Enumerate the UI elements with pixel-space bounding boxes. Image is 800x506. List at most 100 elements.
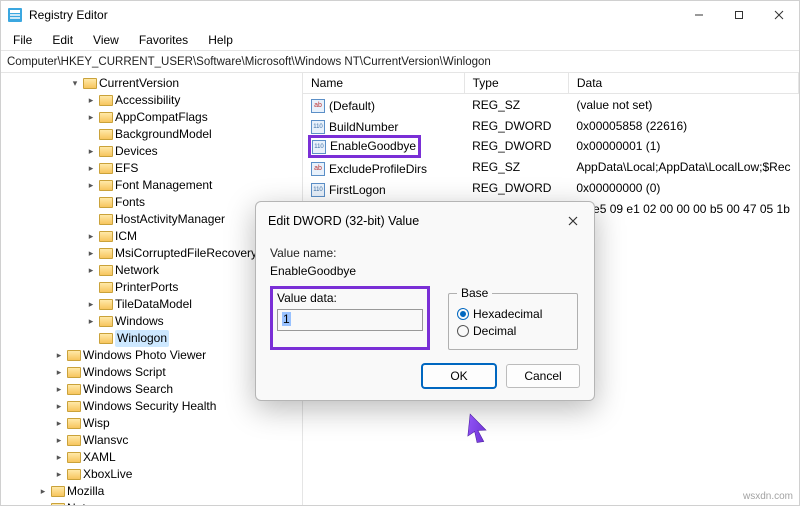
value-data: 8e e5 09 e1 02 00 00 00 b5 00 47 05 1b bbox=[568, 199, 798, 220]
folder-icon bbox=[67, 384, 81, 395]
folder-icon bbox=[67, 401, 81, 412]
tree-label: Windows Security Health bbox=[83, 398, 216, 415]
tree-node[interactable]: ▸Font Management bbox=[85, 177, 302, 194]
value-data: AppData\Local;AppData\LocalLow;$Rec bbox=[568, 157, 798, 178]
chevron-right-icon[interactable]: ▸ bbox=[53, 350, 65, 362]
menu-edit[interactable]: Edit bbox=[44, 31, 81, 49]
value-row[interactable]: FirstLogonREG_DWORD0x00000000 (0) bbox=[303, 178, 799, 199]
tree-node[interactable]: ▸ AppCompatFlags bbox=[85, 109, 302, 126]
tree-node[interactable]: ▸EFS bbox=[85, 160, 302, 177]
tree-label: Windows Photo Viewer bbox=[83, 347, 206, 364]
value-type: REG_DWORD bbox=[464, 136, 568, 157]
chevron-right-icon[interactable]: ▸ bbox=[53, 367, 65, 379]
chevron-right-icon[interactable]: ▸ bbox=[53, 435, 65, 447]
folder-icon bbox=[67, 469, 81, 480]
address-text: Computer\HKEY_CURRENT_USER\Software\Micr… bbox=[7, 56, 491, 68]
value-row[interactable]: EnableGoodbyeREG_DWORD0x00000001 (1) bbox=[303, 136, 799, 157]
value-name: ExcludeProfileDirs bbox=[329, 162, 427, 176]
chevron-right-icon[interactable]: ▸ bbox=[85, 146, 97, 158]
chevron-right-icon[interactable]: ▸ bbox=[85, 163, 97, 175]
menu-favorites[interactable]: Favorites bbox=[131, 31, 196, 49]
chevron-right-icon[interactable]: ▸ bbox=[53, 418, 65, 430]
value-data: 0x00000000 (0) bbox=[568, 178, 798, 199]
column-name[interactable]: Name bbox=[303, 73, 464, 94]
chevron-right-icon[interactable]: ▸ bbox=[85, 112, 97, 124]
tree-node[interactable]: ▸ Wisp bbox=[53, 415, 302, 432]
dialog-close-button[interactable] bbox=[562, 210, 584, 232]
chevron-right-icon[interactable]: ▸ bbox=[53, 452, 65, 464]
chevron-right-icon[interactable] bbox=[85, 214, 97, 226]
tree-node[interactable]: BackgroundModel bbox=[85, 126, 302, 143]
menu-help[interactable]: Help bbox=[200, 31, 241, 49]
chevron-right-icon[interactable]: ▸ bbox=[85, 180, 97, 192]
folder-icon bbox=[99, 214, 113, 225]
close-button[interactable] bbox=[759, 1, 799, 29]
folder-icon bbox=[83, 78, 97, 89]
chevron-right-icon[interactable] bbox=[85, 282, 97, 294]
value-row[interactable]: (Default)REG_SZ(value not set) bbox=[303, 94, 799, 116]
folder-icon bbox=[67, 367, 81, 378]
chevron-right-icon[interactable] bbox=[85, 129, 97, 141]
tree-node[interactable]: ▸ XAML bbox=[53, 449, 302, 466]
value-data-label: Value data: bbox=[277, 291, 423, 305]
chevron-down-icon[interactable]: ▾ bbox=[69, 78, 81, 90]
folder-icon bbox=[51, 486, 65, 497]
tree-label: ICM bbox=[115, 228, 137, 245]
value-name: FirstLogon bbox=[329, 183, 386, 197]
tree-node[interactable]: ▸Devices bbox=[85, 143, 302, 160]
ok-button[interactable]: OK bbox=[422, 364, 496, 388]
cancel-button[interactable]: Cancel bbox=[506, 364, 580, 388]
tree-node[interactable]: ▾CurrentVersion bbox=[69, 75, 302, 92]
tree-label: TileDataModel bbox=[115, 296, 192, 313]
address-bar[interactable]: Computer\HKEY_CURRENT_USER\Software\Micr… bbox=[1, 51, 799, 73]
folder-icon bbox=[99, 316, 113, 327]
base-legend: Base bbox=[457, 286, 492, 300]
tree-node[interactable]: ▸XboxLive bbox=[53, 466, 302, 483]
folder-icon bbox=[99, 197, 113, 208]
string-value-icon bbox=[311, 162, 325, 176]
value-type: REG_SZ bbox=[464, 157, 568, 178]
value-row[interactable]: ExcludeProfileDirs REG_SZAppData\Local;Ap… bbox=[303, 157, 799, 178]
tree-node[interactable]: ▸Accessibility bbox=[85, 92, 302, 109]
tree-node[interactable]: ▸Wlansvc bbox=[53, 432, 302, 449]
chevron-right-icon[interactable] bbox=[85, 197, 97, 209]
titlebar: Registry Editor bbox=[1, 1, 799, 29]
chevron-right-icon[interactable]: ▸ bbox=[37, 486, 49, 498]
menu-file[interactable]: File bbox=[5, 31, 40, 49]
chevron-right-icon[interactable]: ▸ bbox=[85, 95, 97, 107]
value-row[interactable]: BuildNumberREG_DWORD0x00005858 (22616) bbox=[303, 115, 799, 136]
chevron-right-icon[interactable]: ▸ bbox=[53, 469, 65, 481]
minimize-button[interactable] bbox=[679, 1, 719, 29]
tree-node[interactable]: ▸Mozilla bbox=[37, 483, 302, 500]
menu-view[interactable]: View bbox=[85, 31, 127, 49]
chevron-right-icon[interactable]: ▸ bbox=[85, 248, 97, 260]
chevron-right-icon[interactable]: ▸ bbox=[85, 299, 97, 311]
radio-decimal[interactable]: Decimal bbox=[457, 324, 569, 338]
folder-icon bbox=[99, 112, 113, 123]
value-name-display: EnableGoodbye bbox=[270, 264, 580, 278]
value-name: EnableGoodbye bbox=[330, 139, 416, 153]
menubar: File Edit View Favorites Help bbox=[1, 29, 799, 51]
chevron-right-icon[interactable]: ▸ bbox=[53, 384, 65, 396]
value-data: 0x00005858 (22616) bbox=[568, 115, 798, 136]
chevron-right-icon[interactable]: ▸ bbox=[85, 265, 97, 277]
tree-label: XAML bbox=[83, 449, 116, 466]
maximize-button[interactable] bbox=[719, 1, 759, 29]
chevron-right-icon[interactable]: ▸ bbox=[37, 503, 49, 506]
chevron-right-icon[interactable] bbox=[85, 333, 97, 345]
value-name: BuildNumber bbox=[329, 120, 398, 134]
radio-hexadecimal[interactable]: Hexadecimal bbox=[457, 307, 569, 321]
chevron-right-icon[interactable]: ▸ bbox=[85, 316, 97, 328]
folder-icon bbox=[99, 129, 113, 140]
tree-label: Winlogon bbox=[115, 330, 169, 347]
tree-node[interactable]: ▸Netscape bbox=[37, 500, 302, 505]
chevron-right-icon[interactable]: ▸ bbox=[85, 231, 97, 243]
value-data-input[interactable]: 1 bbox=[277, 309, 423, 331]
tree-label: AppCompatFlags bbox=[115, 109, 208, 126]
dword-value-icon bbox=[311, 183, 325, 197]
column-type[interactable]: Type bbox=[464, 73, 568, 94]
folder-icon bbox=[99, 299, 113, 310]
column-data[interactable]: Data bbox=[568, 73, 798, 94]
chevron-right-icon[interactable]: ▸ bbox=[53, 401, 65, 413]
tree-label: Wisp bbox=[83, 415, 110, 432]
